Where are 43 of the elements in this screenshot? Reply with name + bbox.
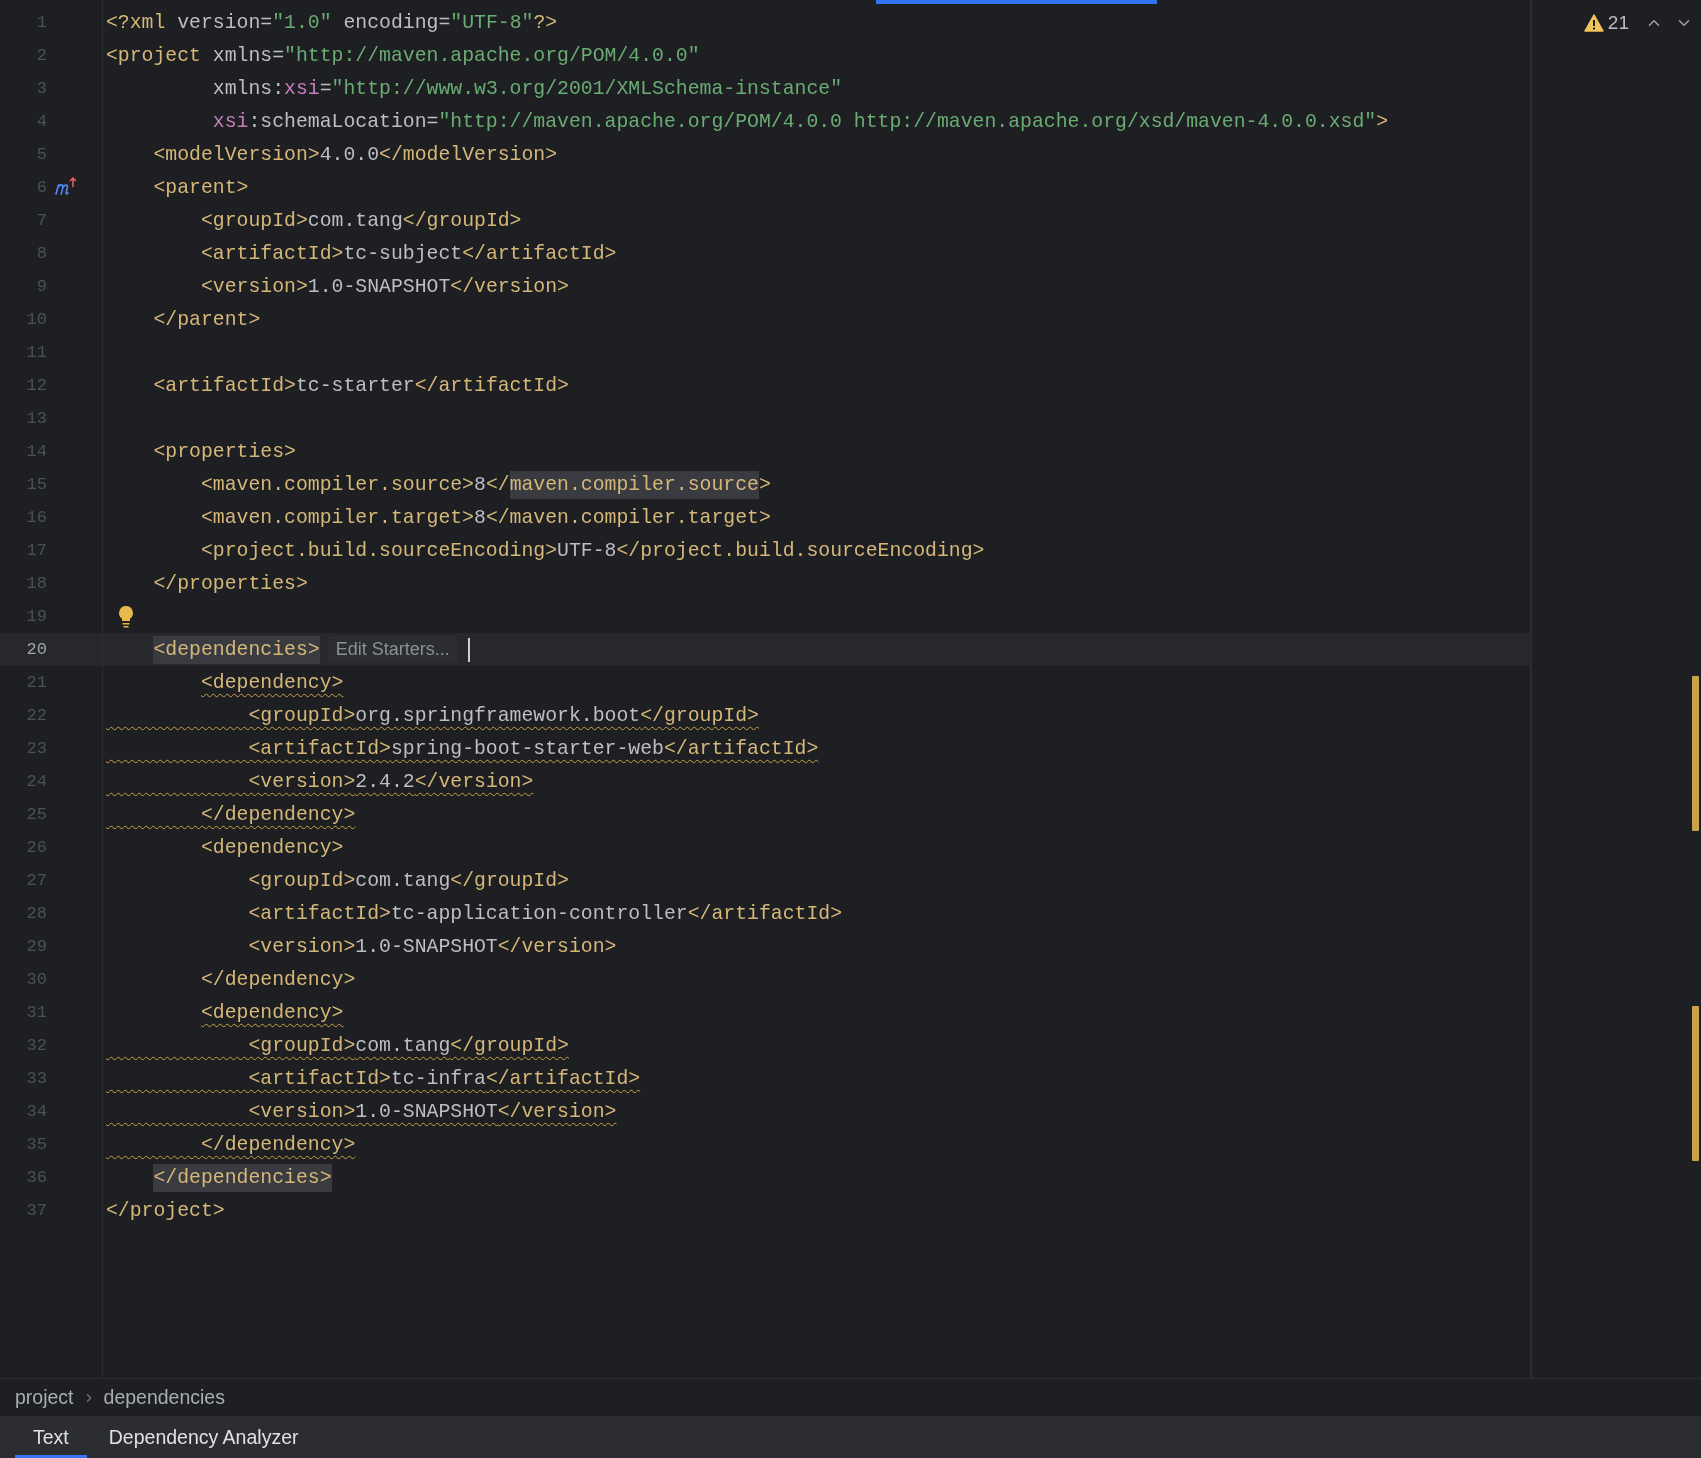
code-line: <modelVersion>4.0.0</modelVersion> [152,142,558,168]
code-line: </dependency> [199,967,356,993]
code-line: <maven.compiler.target>8</maven.compiler.target> [199,505,771,531]
code-line: <groupId>org.springframework.boot</groupId> [247,703,759,729]
code-line: <version>1.0-SNAPSHOT</version> [247,1099,617,1125]
code-line: <version>1.0-SNAPSHOT</version> [247,934,617,960]
edit-starters-hint[interactable]: Edit Starters... [327,636,458,663]
code-line: <version>1.0-SNAPSHOT</version> [199,274,569,300]
editor-tab[interactable]: Dependency Analyzer [90,1416,317,1458]
code-line: <groupId>com.tang</groupId> [247,868,569,894]
warning-icon[interactable] [1583,14,1604,32]
code-line: <artifactId>tc-starter</artifactId> [152,373,569,399]
text-caret [467,637,470,662]
breadcrumb-item[interactable]: dependencies [103,1386,225,1409]
maven-icon[interactable] [54,177,78,197]
code-line: <parent> [152,175,249,201]
code-line: <properties> [152,439,296,465]
line-number: 20 [25,640,47,659]
code-line: </dependency> [199,802,356,828]
code-line: <maven.compiler.source>8</maven.compiler.source> [103,468,771,501]
code-line: <project xmlns="http://maven.apache.org/POM/4.0.0" [105,43,700,69]
code-line: <groupId>com.tang</groupId> [247,1033,569,1059]
code-line: <project.build.sourceEncoding>UTF-8</project.build.sourceEncoding> [199,538,985,564]
code-line: </dependency> [199,1132,356,1158]
code-line: <dependency> [199,1000,344,1026]
code-line: <artifactId>tc-application-controller</artifactId> [247,901,842,927]
code-line: <?xml version="1.0" encoding="UTF-8"?> [105,10,558,36]
code-line: <artifactId>spring-boot-starter-web</artifactId> [247,736,819,762]
code-line: <dependency> [199,835,344,861]
warning-count: 21 [1607,12,1629,34]
editor-tab[interactable]: Text [15,1416,87,1458]
code-line: </project> [105,1198,225,1224]
code-line: <artifactId>tc-infra</artifactId> [247,1066,641,1092]
code-line: xsi:schemaLocation="http://maven.apache.org/POM/4.0.0 http://maven.apache.org/xsd/maven-4.0.0.xsd"> [211,109,1389,135]
code-line: <artifactId>tc-subject</artifactId> [199,241,617,267]
breadcrumb-item[interactable]: project [15,1386,74,1409]
code-line: <version>2.4.2</version> [247,769,534,795]
code-line: xmlns:xsi="http://www.w3.org/2001/XMLSchema-instance" [211,76,842,102]
code-line: <dependency> [199,670,344,696]
code-line: </parent> [152,307,261,333]
lightbulb-icon[interactable] [117,604,135,630]
code-line: <groupId>com.tang</groupId> [199,208,522,234]
code-line: </properties> [152,571,308,597]
